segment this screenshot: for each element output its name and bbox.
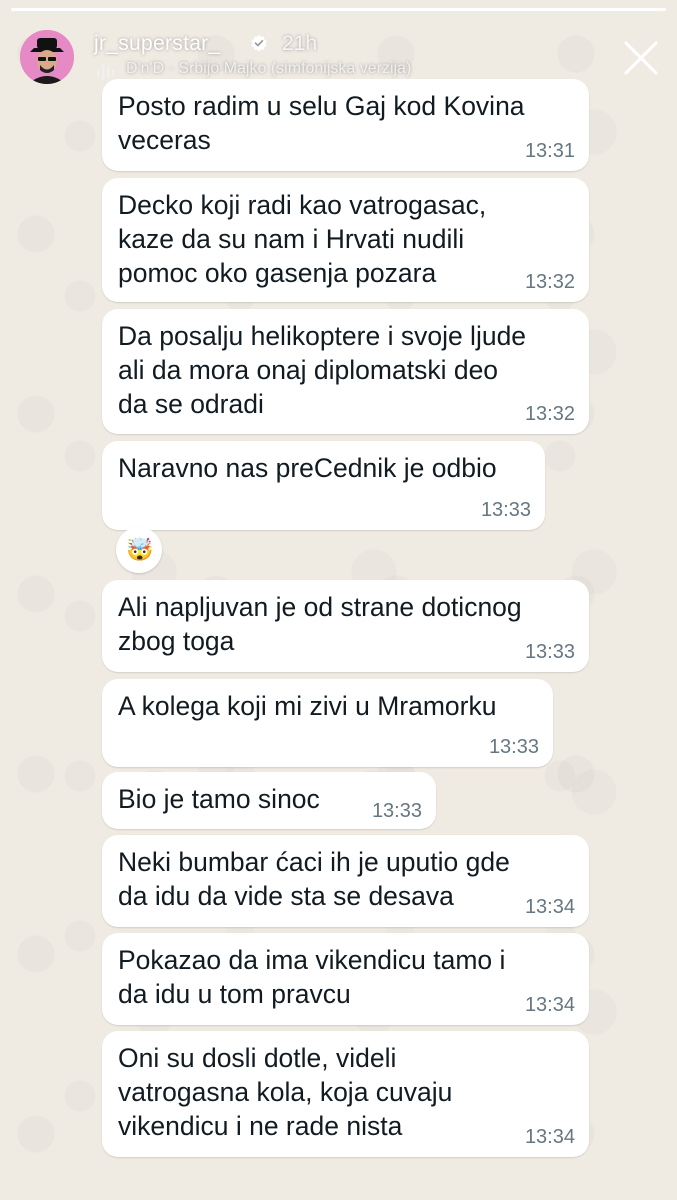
message-text: A kolega koji mi zivi u Mramorku bbox=[118, 691, 497, 721]
message-bubble[interactable]: Neki bumbar ćaci ih je uputio gde da idu… bbox=[102, 835, 589, 927]
avatar-image bbox=[20, 30, 74, 84]
message-text: Ali napljuvan je od strane doticnog zbog… bbox=[118, 592, 522, 656]
story-frame: jr_superstar_ 21h D'n'D · Srbijo Majko (… bbox=[0, 0, 677, 1200]
message-time: 13:31 bbox=[524, 140, 575, 162]
message-time: 13:34 bbox=[524, 994, 575, 1016]
message-bubble[interactable]: Oni su dosli dotle, videli vatrogasna ko… bbox=[102, 1031, 589, 1157]
message-bubble[interactable]: Posto radim u selu Gaj kod Kovina vecera… bbox=[102, 79, 589, 171]
message-time: 13:33 bbox=[371, 800, 422, 822]
message-bubble[interactable]: Bio je tamo sinoc 13:33 bbox=[102, 772, 436, 829]
message-bubble[interactable]: Da posalju helikoptere i svoje ljude ali… bbox=[102, 309, 589, 434]
story-music-label[interactable]: D'n'D · Srbijo Majko (simfonijska verzij… bbox=[126, 60, 411, 78]
message-time: 13:33 bbox=[488, 736, 539, 758]
story-time-ago: 21h bbox=[282, 32, 318, 55]
message-time: 13:32 bbox=[524, 271, 575, 293]
message-bubble[interactable]: A kolega koji mi zivi u Mramorku 13:33 bbox=[102, 679, 553, 767]
story-header: jr_superstar_ 21h D'n'D · Srbijo Majko (… bbox=[18, 26, 659, 86]
message-time: 13:34 bbox=[524, 1126, 575, 1148]
verified-badge-icon bbox=[251, 34, 267, 52]
story-progress-bar bbox=[11, 8, 666, 11]
message-text: Pokazao da ima vikendicu tamo i da idu u… bbox=[118, 945, 506, 1009]
message-time: 13:33 bbox=[480, 499, 531, 521]
message-bubble[interactable]: Pokazao da ima vikendicu tamo i da idu u… bbox=[102, 933, 589, 1025]
message-time: 13:33 bbox=[524, 641, 575, 663]
message-text: Decko koji radi kao vatrogasac, kaze da … bbox=[118, 190, 487, 288]
story-username[interactable]: jr_superstar_ bbox=[94, 32, 220, 56]
message-text: Naravno nas preCednik je odbio bbox=[118, 453, 497, 483]
music-bars-icon bbox=[97, 64, 115, 80]
message-time: 13:34 bbox=[524, 896, 575, 918]
message-time: 13:32 bbox=[524, 403, 575, 425]
message-reaction[interactable]: 🤯 bbox=[116, 527, 162, 573]
close-icon[interactable] bbox=[623, 40, 659, 76]
message-text: Neki bumbar ćaci ih je uputio gde da idu… bbox=[118, 847, 510, 911]
avatar[interactable] bbox=[20, 30, 74, 84]
message-bubble[interactable]: Naravno nas preCednik je odbio 13:33 bbox=[102, 441, 545, 530]
message-bubble[interactable]: Ali napljuvan je od strane doticnog zbog… bbox=[102, 580, 589, 672]
message-text: Posto radim u selu Gaj kod Kovina vecera… bbox=[118, 91, 525, 155]
message-bubble[interactable]: Decko koji radi kao vatrogasac, kaze da … bbox=[102, 178, 589, 302]
message-text: Oni su dosli dotle, videli vatrogasna ko… bbox=[118, 1043, 453, 1141]
exploding-head-emoji-icon: 🤯 bbox=[126, 537, 154, 562]
message-text: Da posalju helikoptere i svoje ljude ali… bbox=[118, 321, 527, 419]
story-progress-fill bbox=[11, 8, 666, 11]
